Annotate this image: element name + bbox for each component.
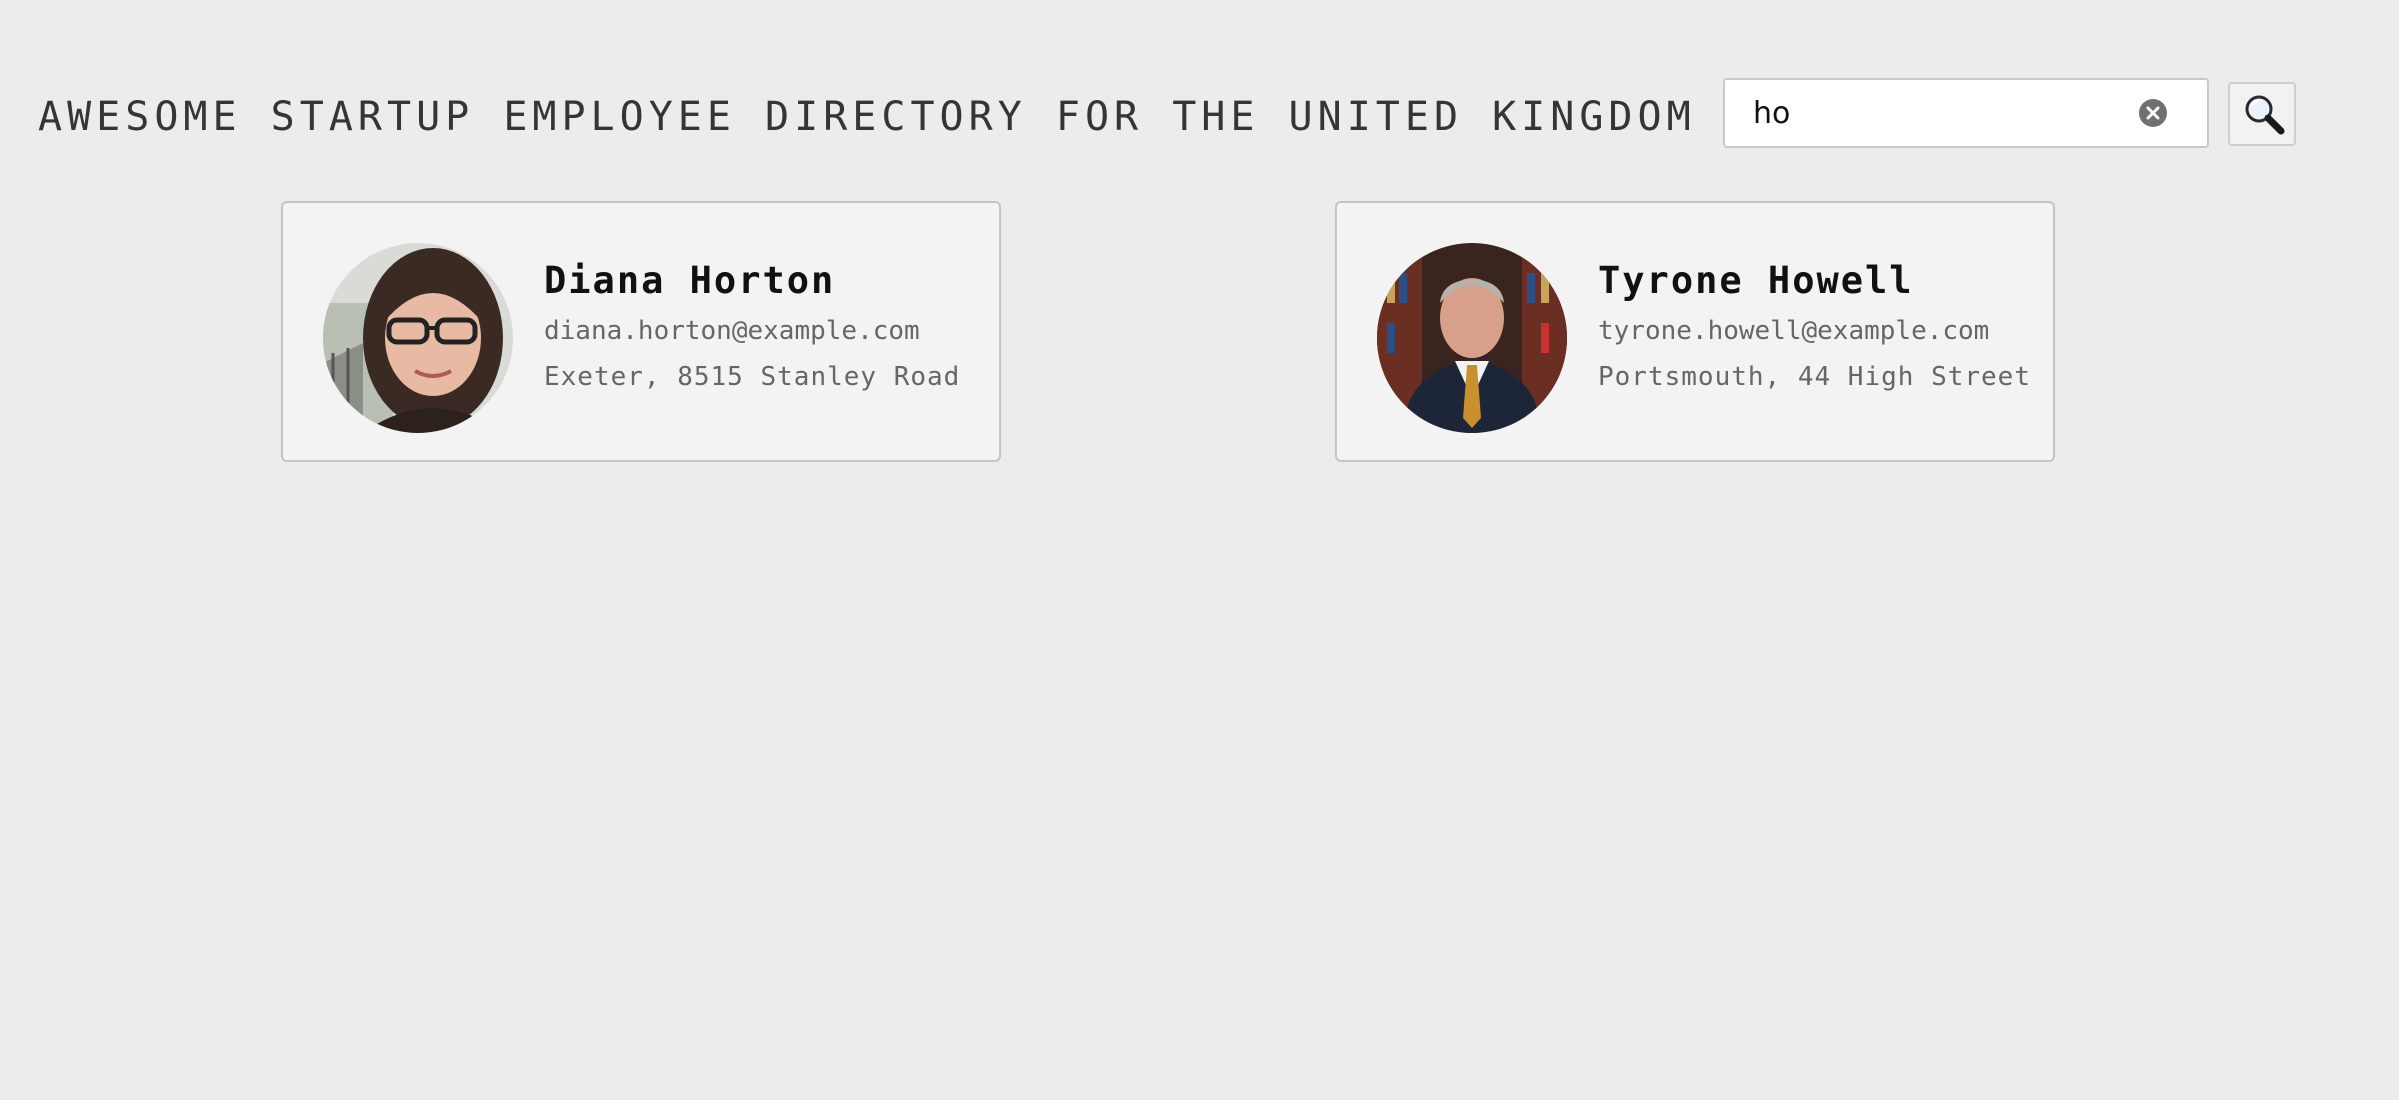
employee-info: Diana Horton diana.horton@example.com Ex… (544, 259, 960, 395)
magnifier-icon (2245, 95, 2285, 135)
search-input[interactable] (1753, 80, 2123, 146)
employee-address: Portsmouth, 44 High Street (1598, 362, 2031, 392)
employee-name: Diana Horton (544, 259, 836, 302)
search-button[interactable] (2228, 82, 2296, 146)
clear-circle-icon[interactable] (2139, 99, 2167, 127)
employee-info: Tyrone Howell tyrone.howell@example.com … (1598, 259, 2031, 395)
search-box[interactable] (1723, 78, 2209, 148)
avatar (323, 243, 513, 433)
employee-card[interactable]: Diana Horton diana.horton@example.com Ex… (281, 201, 1001, 462)
employee-card[interactable]: Tyrone Howell tyrone.howell@example.com … (1335, 201, 2055, 462)
employee-email: tyrone.howell@example.com (1598, 316, 1990, 346)
page-title: AWESOME STARTUP EMPLOYEE DIRECTORY FOR T… (38, 94, 1696, 140)
employee-name: Tyrone Howell (1598, 259, 1914, 302)
employee-email: diana.horton@example.com (544, 316, 920, 346)
page: AWESOME STARTUP EMPLOYEE DIRECTORY FOR T… (0, 0, 2399, 1100)
avatar (1377, 243, 1567, 433)
employee-address: Exeter, 8515 Stanley Road (544, 362, 961, 392)
